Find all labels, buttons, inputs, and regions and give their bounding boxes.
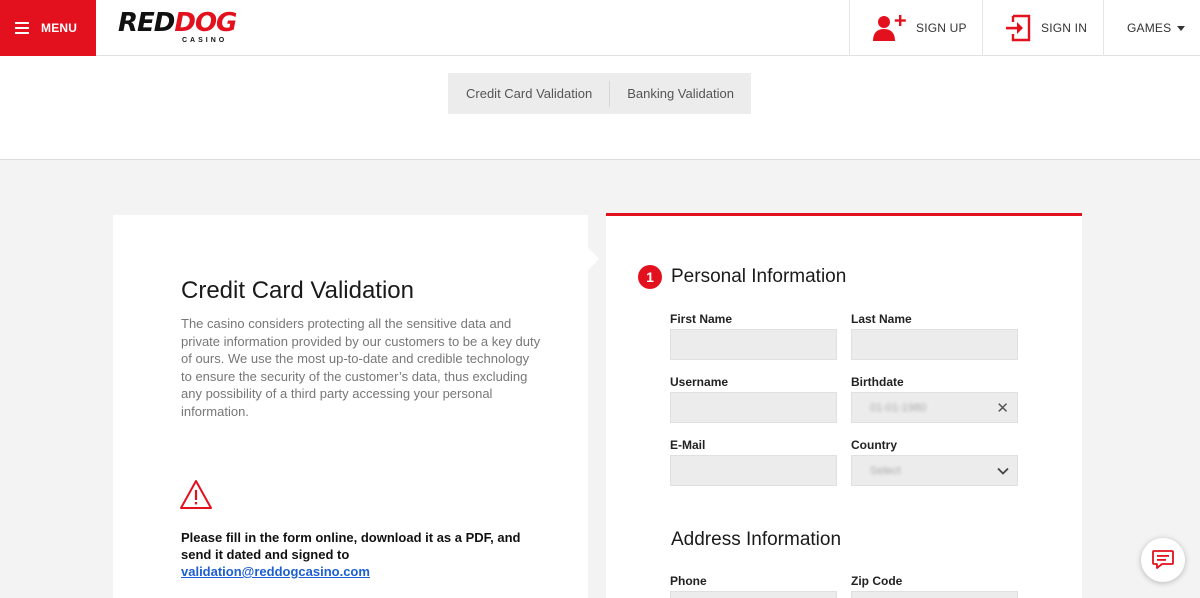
- sign-up-button[interactable]: SIGN UP: [849, 0, 982, 56]
- user-plus-icon: [873, 15, 906, 41]
- last-name-field[interactable]: [851, 329, 1018, 360]
- games-label: GAMES: [1127, 21, 1172, 35]
- zip-code-label: Zip Code: [851, 574, 903, 588]
- menu-label: MENU: [41, 21, 78, 35]
- tab-banking-validation[interactable]: Banking Validation: [610, 73, 751, 114]
- validation-tabs-band: Credit Card Validation Banking Validatio…: [0, 56, 1200, 160]
- username-field[interactable]: [670, 392, 837, 423]
- logo[interactable]: REDDOG CASINO: [118, 8, 258, 48]
- first-name-label: First Name: [670, 312, 733, 326]
- card-pointer: [576, 247, 600, 271]
- validation-email-link[interactable]: validation@reddogcasino.com: [181, 564, 370, 579]
- sign-up-label: SIGN UP: [916, 21, 967, 35]
- logo-subtitle: CASINO: [182, 37, 228, 44]
- page-title: Credit Card Validation: [181, 277, 415, 304]
- games-dropdown[interactable]: GAMES: [1103, 0, 1200, 56]
- menu-button[interactable]: MENU: [0, 0, 96, 56]
- sign-in-button[interactable]: SIGN IN: [982, 0, 1103, 56]
- first-name-field[interactable]: [670, 329, 837, 360]
- logo-wordmark: REDDOG: [118, 8, 237, 38]
- username-label: Username: [670, 375, 729, 389]
- country-label: Country: [851, 438, 897, 452]
- birthdate-value: 01-01-1980: [870, 402, 927, 414]
- email-label: E-Mail: [670, 438, 706, 452]
- email-input[interactable]: [671, 456, 836, 485]
- intro-card: Credit Card Validation The casino consid…: [113, 215, 600, 598]
- chevron-down-icon: [997, 467, 1009, 475]
- site-header: MENU REDDOG CASINO SIGN UP SIGN IN GAMES: [0, 0, 1200, 56]
- username-input[interactable]: [671, 393, 836, 422]
- sign-in-icon: [1006, 14, 1031, 42]
- menu-icon: [15, 22, 29, 34]
- step-badge: 1: [638, 265, 662, 289]
- birthdate-label: Birthdate: [851, 375, 904, 389]
- last-name-label: Last Name: [851, 312, 912, 326]
- personal-information-heading: Personal Information: [671, 266, 847, 287]
- chat-button[interactable]: [1141, 538, 1185, 582]
- tab-credit-card-validation[interactable]: Credit Card Validation: [448, 80, 611, 107]
- first-name-input[interactable]: [671, 330, 836, 359]
- caret-down-icon: [1177, 25, 1186, 31]
- address-information-heading: Address Information: [671, 529, 842, 550]
- zip-code-field[interactable]: [851, 591, 1018, 598]
- chat-icon: [1152, 550, 1174, 569]
- submission-notice: Please fill in the form online, download…: [181, 530, 521, 579]
- email-field[interactable]: [670, 455, 837, 486]
- warning-icon: [180, 480, 212, 509]
- validation-form: 1 Personal Information First Name Last N…: [606, 213, 1082, 598]
- country-value: Select: [870, 465, 901, 477]
- country-select[interactable]: Select: [851, 455, 1018, 486]
- intro-description: The casino considers protecting all the …: [181, 316, 541, 419]
- zip-code-input[interactable]: [852, 592, 1017, 598]
- validation-tabs: Credit Card Validation Banking Validatio…: [448, 73, 751, 114]
- phone-input[interactable]: [671, 592, 836, 598]
- phone-field[interactable]: [670, 591, 837, 598]
- sign-in-label: SIGN IN: [1041, 21, 1088, 35]
- birthdate-field[interactable]: 01-01-1980 ✕: [851, 392, 1018, 423]
- last-name-input[interactable]: [852, 330, 1017, 359]
- clear-icon[interactable]: ✕: [996, 399, 1009, 417]
- phone-label: Phone: [670, 574, 707, 588]
